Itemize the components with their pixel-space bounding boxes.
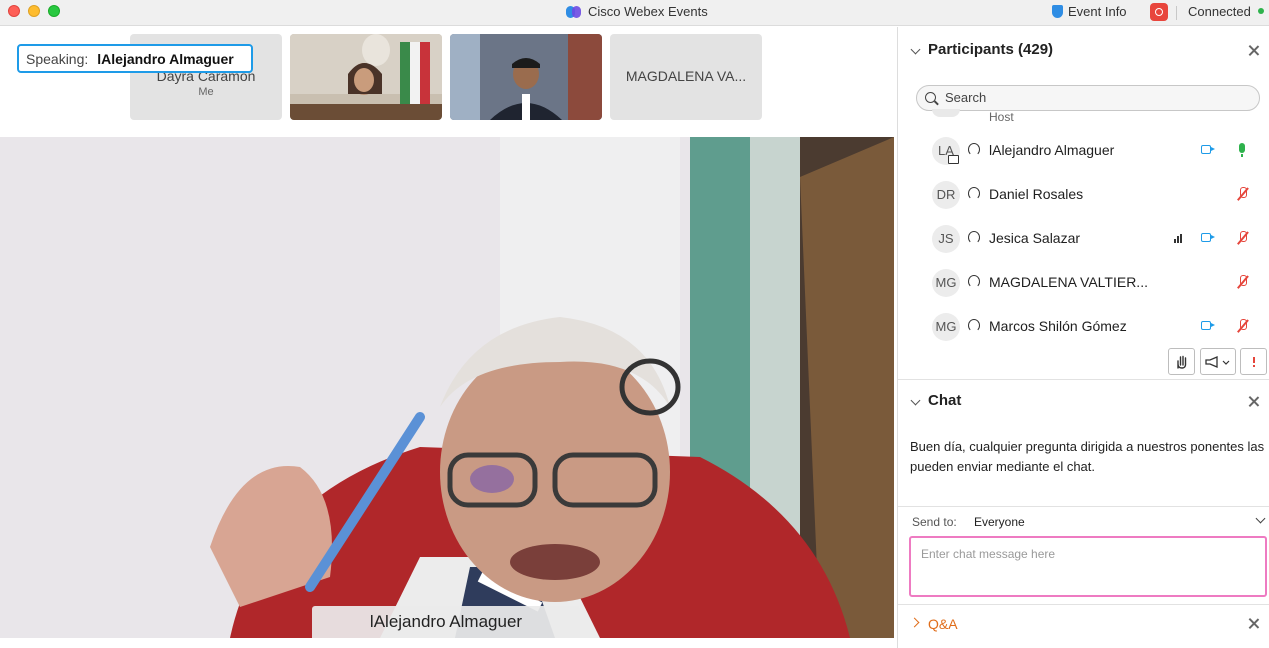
main-video-name-label: lAlejandro Almaguer <box>312 606 580 638</box>
video-frame-woman <box>290 34 442 120</box>
broadcast-button[interactable] <box>1200 348 1236 375</box>
audio-connection-icon <box>968 275 980 288</box>
alert-icon <box>1252 356 1255 367</box>
mic-muted-icon <box>1237 275 1248 289</box>
audio-connection-icon <box>968 319 980 332</box>
avatar: JS <box>932 225 960 253</box>
send-to-select[interactable]: Everyone <box>974 515 1025 529</box>
qa-title[interactable]: Q&A <box>928 616 958 632</box>
participant-row[interactable]: LA lAlejandro Almaguer <box>898 128 1269 172</box>
speaking-name: lAlejandro Almaguer <box>97 50 234 67</box>
close-participants-icon[interactable] <box>1248 45 1260 57</box>
event-info-button[interactable]: Event Info <box>1052 4 1127 19</box>
divider <box>898 506 1269 507</box>
send-to-label: Send to: <box>912 515 957 529</box>
audio-connection-icon <box>968 231 980 244</box>
search-icon <box>925 92 936 103</box>
video-thumbnail[interactable]: MAGDALENA VA... <box>610 34 762 120</box>
webex-logo-icon <box>566 5 582 19</box>
chat-header[interactable]: Chat <box>898 386 1269 416</box>
chat-message: Buen día, cualquier pregunta dirigida a … <box>910 439 1265 474</box>
participant-row[interactable]: MG Marcos Shilón Gómez <box>898 304 1269 348</box>
search-input[interactable] <box>945 90 1245 105</box>
avatar: MG <box>932 269 960 297</box>
video-on-icon <box>1201 145 1215 154</box>
participant-row[interactable]: DR Daniel Rosales <box>898 172 1269 216</box>
video-thumbnail[interactable] <box>290 34 442 120</box>
participant-row[interactable]: JS Jesica Salazar <box>898 216 1269 260</box>
close-qa-icon[interactable] <box>1248 618 1260 630</box>
avatar: MG <box>932 313 960 341</box>
participant-search[interactable] <box>916 85 1260 111</box>
chat-title: Chat <box>928 392 962 409</box>
thumbnail-name: MAGDALENA VA... <box>625 68 747 84</box>
megaphone-icon <box>1205 355 1230 368</box>
participant-name: Daniel Rosales <box>989 186 1084 202</box>
app-title-text: Cisco Webex Events <box>588 4 708 19</box>
divider <box>898 379 1269 380</box>
video-thumbnail[interactable] <box>450 34 602 120</box>
sharing-icon <box>948 155 959 164</box>
app-title: Cisco Webex Events <box>566 4 708 19</box>
mic-on-icon <box>1239 143 1245 157</box>
avatar: DR <box>932 181 960 209</box>
mic-muted-icon <box>1237 231 1248 245</box>
active-speaker-label: Speaking: lAlejandro Almaguer <box>17 44 253 73</box>
host-avatar <box>932 109 960 117</box>
connection-status: Connected <box>1188 4 1251 19</box>
webex-window: Cisco Webex Events Event Info Connected … <box>0 0 1269 648</box>
audio-connection-icon <box>968 143 980 156</box>
chevron-down-icon[interactable] <box>1255 513 1266 524</box>
participants-title: Participants (429) <box>928 41 1054 58</box>
video-frame-man <box>450 34 602 120</box>
participant-name: Marcos Shilón Gómez <box>989 318 1127 334</box>
audio-connection-icon <box>968 187 980 200</box>
thumbnail-sub: Me <box>198 86 214 98</box>
connection-dot-icon <box>1258 8 1264 14</box>
participant-name: MAGDALENA VALTIER... <box>989 274 1148 290</box>
title-bar: Cisco Webex Events Event Info Connected <box>0 0 1269 26</box>
video-on-icon <box>1201 233 1215 242</box>
chevron-down-icon <box>910 395 921 406</box>
mic-muted-icon <box>1237 187 1248 201</box>
chat-message-input[interactable] <box>909 536 1267 597</box>
mic-muted-icon <box>1237 319 1248 333</box>
recording-icon[interactable] <box>1150 3 1168 21</box>
close-chat-icon[interactable] <box>1248 396 1260 408</box>
raise-hand-icon <box>1177 355 1187 369</box>
divider <box>898 604 1269 605</box>
raise-hand-button[interactable] <box>1168 348 1195 375</box>
speaker-video-frame <box>0 137 894 638</box>
participant-name: lAlejandro Almaguer <box>989 142 1115 158</box>
alert-button[interactable] <box>1240 348 1267 375</box>
host-label: Host <box>989 110 1014 124</box>
speaking-label: Speaking: <box>26 50 89 67</box>
participants-header[interactable]: Participants (429) <box>898 35 1269 65</box>
main-video[interactable]: lAlejandro Almaguer <box>0 137 894 638</box>
event-info-label: Event Info <box>1068 4 1127 19</box>
window-maximize-button[interactable] <box>48 5 60 17</box>
video-on-icon <box>1201 321 1215 330</box>
participant-name: Jesica Salazar <box>989 230 1081 246</box>
chevron-right-icon <box>909 617 920 628</box>
participant-row[interactable]: MG MAGDALENA VALTIER... <box>898 260 1269 304</box>
titlebar-divider <box>1176 6 1177 20</box>
shield-icon <box>1052 5 1063 18</box>
window-close-button[interactable] <box>8 5 20 17</box>
window-minimize-button[interactable] <box>28 5 40 17</box>
signal-strength-icon <box>1174 234 1184 243</box>
right-panel: Participants (429) Host LA lAlejandro Al… <box>897 27 1269 648</box>
chevron-down-icon <box>910 44 921 55</box>
